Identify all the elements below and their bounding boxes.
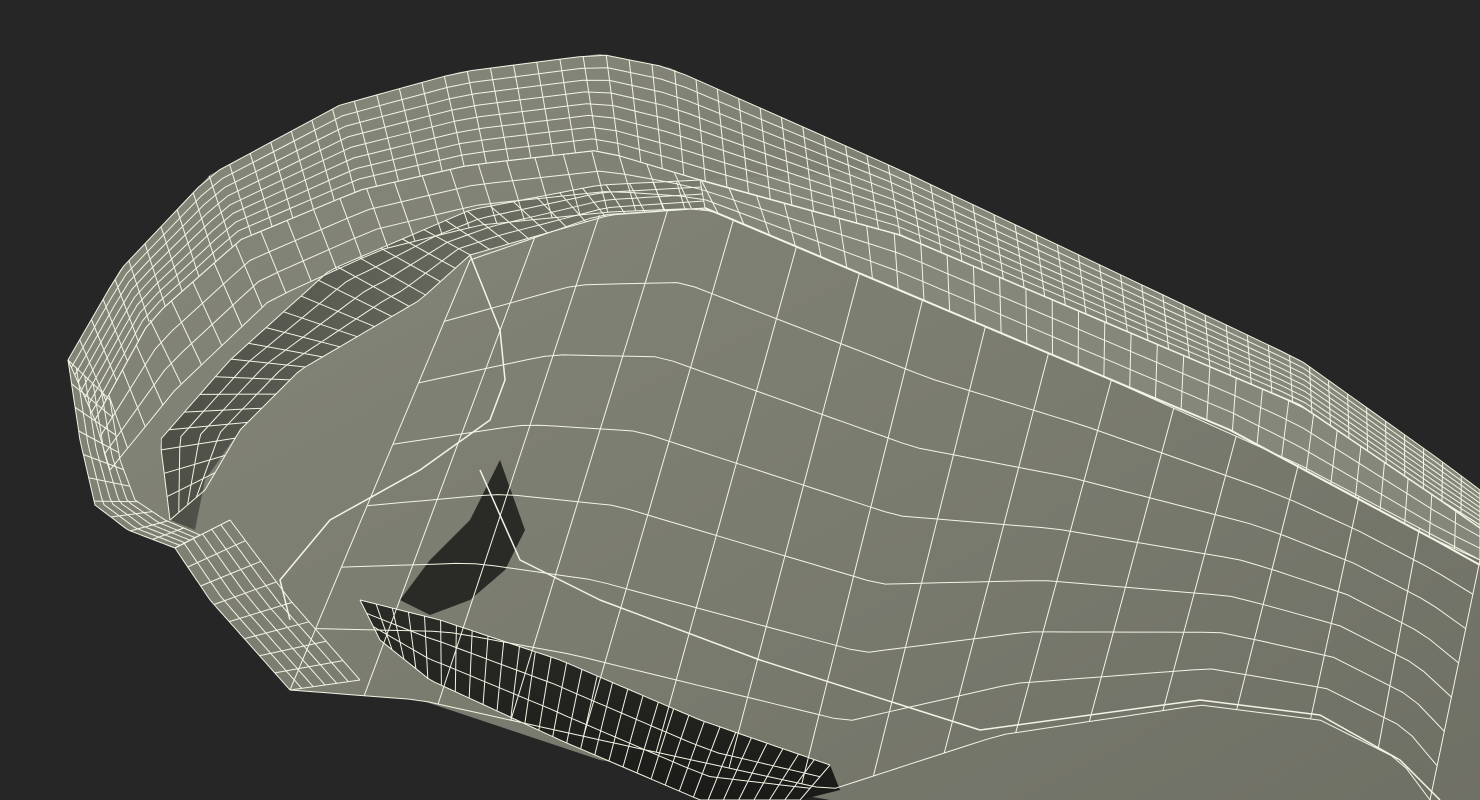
mesh-edge <box>1441 461 1444 502</box>
render-viewport <box>0 0 1480 800</box>
mesh-edge <box>94 500 138 503</box>
mesh-edge <box>1385 421 1387 464</box>
wireframe-model <box>67 54 1480 800</box>
